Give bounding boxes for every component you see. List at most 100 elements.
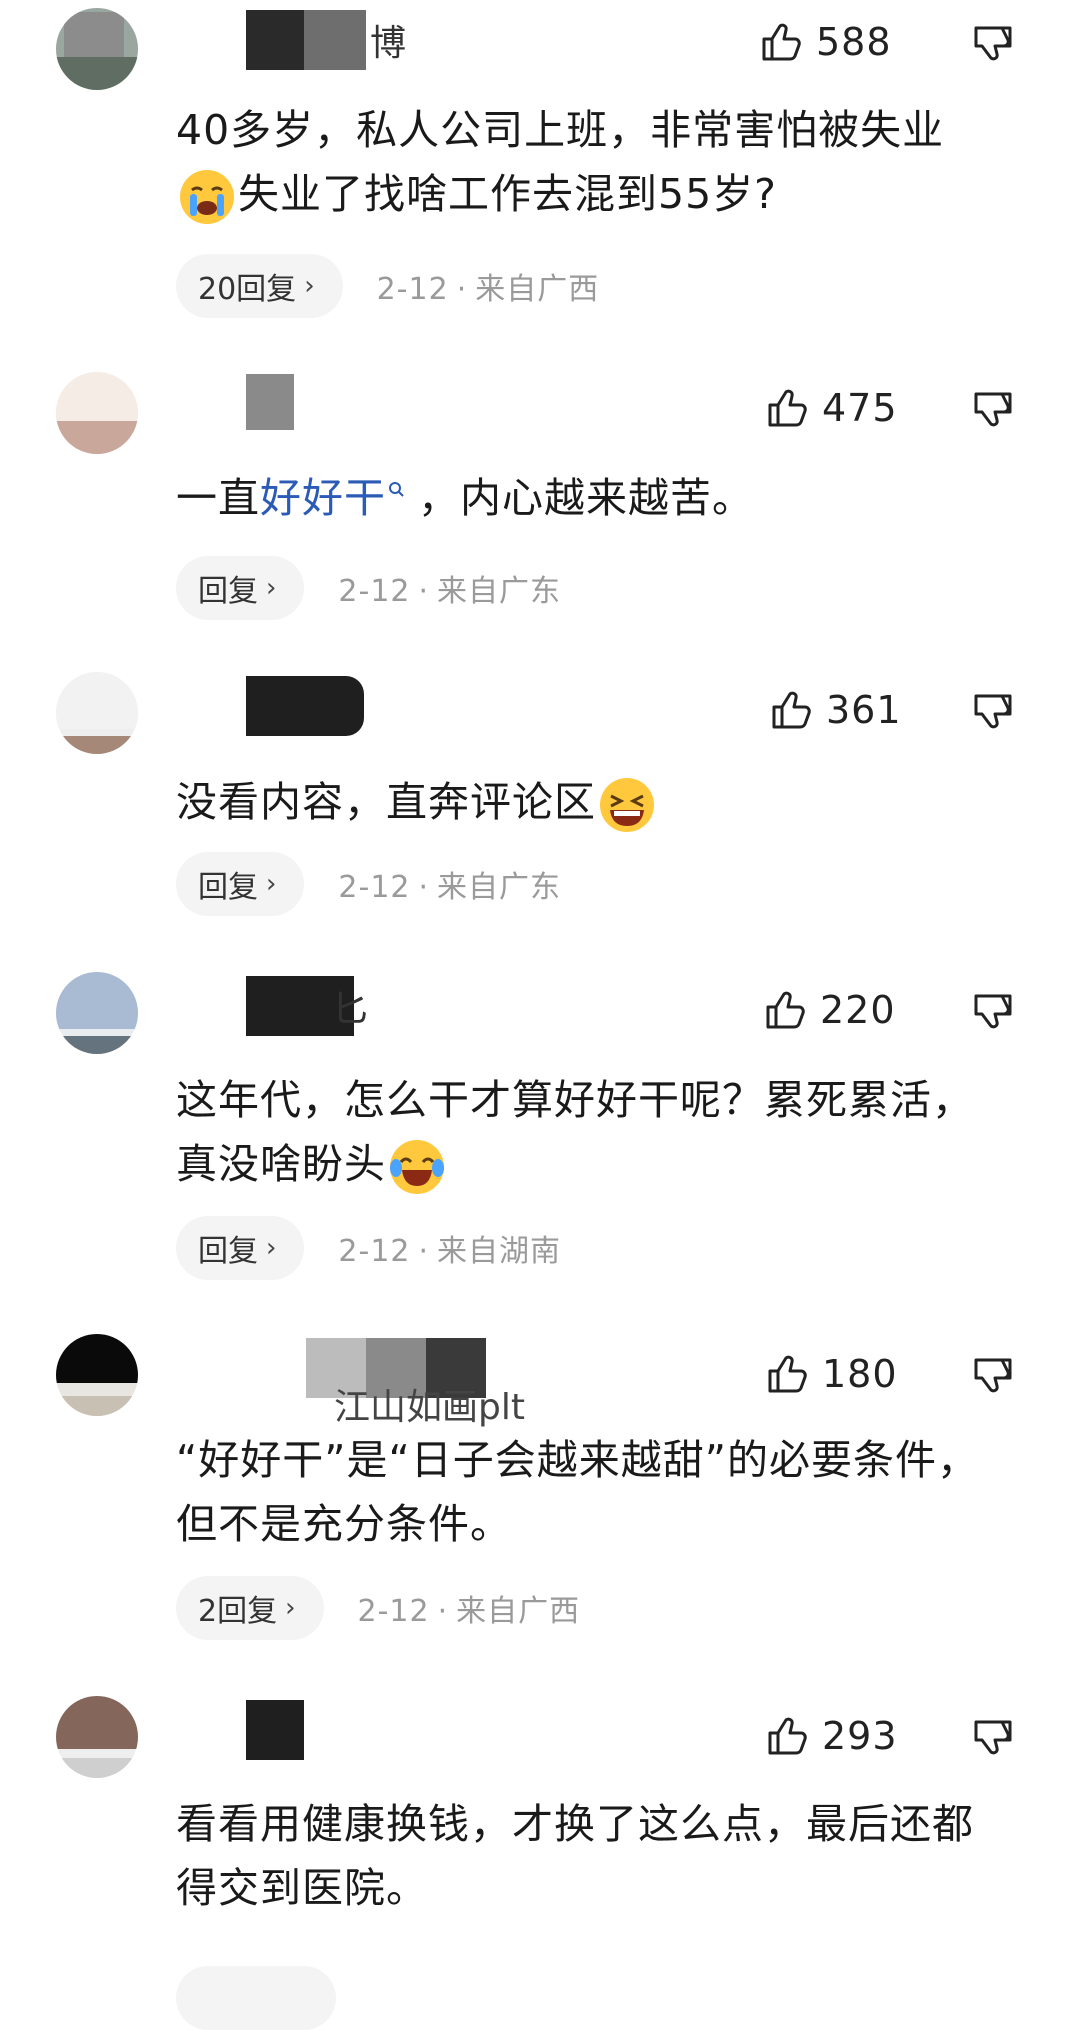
thumb-down-icon[interactable] [972,22,1014,64]
thumb-up-icon [764,989,806,1031]
username[interactable] [246,676,368,736]
comment-text: 这年代，怎么干才算好好干呢？累死累活， 真没啥盼头 [176,1068,1026,1196]
reply-label: 2回复 [198,1594,278,1629]
highlight-search-link[interactable]: 好好干 [260,474,386,522]
comment-text: 40多岁，私人公司上班，非常害怕被失业 失业了找啥工作去混到55岁? [176,98,1026,226]
comment-line-2: 得交到医院。 [176,1864,428,1912]
like-count: 361 [826,688,902,732]
chevron-right-icon: › [304,271,315,301]
thumb-down-icon[interactable] [972,388,1014,430]
comment-date: 2-12 [338,870,411,905]
avatar[interactable] [56,372,138,454]
thumb-up-icon [760,21,802,63]
username-text: 江山如画plt [334,1387,525,1428]
thumb-up-icon [766,1715,808,1757]
thumb-up-icon [766,1353,808,1395]
comment-date: 2-12 [338,1234,411,1269]
comment-line: 40多岁，私人公司上班，非常害怕被失业 [176,106,945,154]
comment-line-2: 真没啥盼头 [176,1132,1026,1196]
chevron-right-icon: › [266,869,277,899]
comment-date-location: 2-12 · 来自广东 [338,862,561,906]
like-button[interactable]: 293 [766,1706,898,1766]
like-count: 588 [816,20,892,64]
comment-line: 看看用健康换钱，才换了这么点，最后还都 [176,1800,974,1848]
meta-separator: · [418,870,430,905]
like-button[interactable]: 588 [760,12,892,72]
chevron-right-icon: › [266,1233,277,1263]
comment-text-prefix: 一直 [176,474,260,522]
chevron-right-icon: › [285,1593,296,1623]
reply-button-partial[interactable] [176,1966,336,2030]
avatar[interactable] [56,672,138,754]
reply-button[interactable]: 回复 › [176,852,305,916]
comment-location: 来自广东 [437,574,562,609]
reply-label: 回复 [198,1234,258,1269]
thumb-down-icon[interactable] [972,990,1014,1032]
search-sup-icon[interactable] [388,481,404,498]
reply-label: 20回复 [198,272,297,307]
comment-date-location: 2-12 · 来自广西 [377,264,600,308]
avatar[interactable] [56,8,138,90]
comment-text: 一直好好干 ，内心越来越苦。 [176,466,1026,530]
comment-date: 2-12 [338,574,411,609]
like-button[interactable]: 475 [766,378,898,438]
chevron-right-icon: › [266,573,277,603]
thumb-down-icon[interactable] [972,690,1014,732]
like-button[interactable]: 361 [770,680,902,740]
meta-separator: · [418,1234,430,1269]
comment-meta: 20回复 › 2-12 · 来自广西 [176,254,599,318]
like-button[interactable]: 180 [766,1344,898,1404]
comment-text: 看看用健康换钱，才换了这么点，最后还都 得交到医院。 [176,1792,1026,1920]
like-count: 293 [822,1714,898,1758]
username[interactable]: 匕 [246,976,368,1036]
like-button[interactable]: 220 [764,980,896,1040]
comment-location: 来自广西 [456,1594,581,1629]
comment-date-location: 2-12 · 来自广西 [358,1586,581,1630]
comment-line: 一直好好干 ，内心越来越苦。 [176,466,1026,530]
meta-separator: · [456,272,468,307]
comment-meta: 回复 › 2-12 · 来自广东 [176,556,561,620]
comment-line: “好好干”是“日子会越来越甜”的必要条件， [176,1436,979,1484]
comment-date-location: 2-12 · 来自广东 [338,566,561,610]
comment-line-2: 但不是充分条件。 [176,1500,512,1548]
comment-date: 2-12 [376,272,449,307]
avatar[interactable] [56,972,138,1054]
laughing-emoji-icon [600,778,654,832]
thumb-up-icon [770,689,812,731]
avatar[interactable] [56,1334,138,1416]
comment-line-2-text: 失业了找啥工作去混到55岁? [238,170,777,218]
comment-meta: 回复 › 2-12 · 来自广东 [176,852,561,916]
crying-laughing-emoji-icon [390,1140,444,1194]
comment-line-text: 没看内容，直奔评论区 [176,778,596,826]
thumb-up-icon [766,387,808,429]
reply-button[interactable]: 回复 › [176,556,305,620]
username-text: 博 [370,23,407,64]
comment-line-2-text: 真没啥盼头 [176,1140,386,1188]
thumb-down-icon[interactable] [972,1354,1014,1396]
reply-button[interactable]: 20回复 › [176,254,343,318]
comment-text-suffix: ，内心越来越苦。 [418,474,754,522]
username[interactable] [246,372,298,432]
reply-button[interactable]: 回复 › [176,1216,305,1280]
reply-label: 回复 [198,870,258,905]
avatar[interactable] [56,1696,138,1778]
like-count: 475 [822,386,898,430]
thumb-down-icon[interactable] [972,1716,1014,1758]
comment-meta: 回复 › 2-12 · 来自湖南 [176,1216,561,1280]
reply-button[interactable]: 2回复 › [176,1576,324,1640]
comment-line: 没看内容，直奔评论区 [176,770,1026,834]
username[interactable] [246,1700,308,1760]
username[interactable]: 博 [246,10,406,70]
meta-separator: · [437,1594,449,1629]
like-count: 220 [820,988,896,1032]
username-text: 匕 [332,989,369,1030]
comment-meta: 2回复 › 2-12 · 来自广西 [176,1576,580,1640]
comment-text: “好好干”是“日子会越来越甜”的必要条件， 但不是充分条件。 [176,1428,1026,1556]
comment-text: 没看内容，直奔评论区 [176,770,1026,834]
comment-line: 这年代，怎么干才算好好干呢？累死累活， [176,1076,974,1124]
meta-separator: · [418,574,430,609]
comment-location: 来自广西 [475,272,600,307]
comment-date-location: 2-12 · 来自湖南 [338,1226,561,1270]
comment-date: 2-12 [357,1594,430,1629]
like-count: 180 [822,1352,898,1396]
